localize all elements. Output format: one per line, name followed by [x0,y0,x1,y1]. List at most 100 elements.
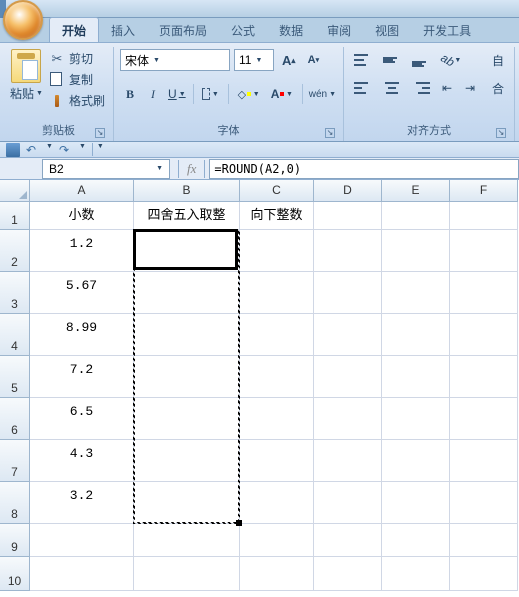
undo-icon[interactable]: ↶ [26,143,40,157]
cell[interactable] [314,440,382,482]
cell[interactable] [382,356,450,398]
font-expand-icon[interactable]: ↘ [325,128,335,138]
paste-button[interactable]: 粘贴▼ [10,85,43,102]
row-header[interactable]: 6 [0,398,30,440]
name-box[interactable]: B2▼ [42,159,170,179]
cell[interactable] [314,524,382,557]
merge-button[interactable]: 合 [488,77,508,99]
cell[interactable]: 小数 [30,202,134,230]
tab-layout[interactable]: 页面布局 [147,18,219,42]
cell[interactable] [134,356,240,398]
increase-font-button[interactable]: A▴ [278,49,299,71]
cell[interactable] [30,557,134,591]
cell[interactable] [314,356,382,398]
row-header[interactable]: 3 [0,272,30,314]
alignment-expand-icon[interactable]: ↘ [496,128,506,138]
cell[interactable] [314,314,382,356]
paste-icon[interactable] [11,49,41,83]
cell[interactable] [134,524,240,557]
tab-insert[interactable]: 插入 [99,18,147,42]
tab-review[interactable]: 审阅 [315,18,363,42]
phonetic-button[interactable]: wén▼ [308,83,337,105]
column-header[interactable]: B [134,180,240,202]
cell[interactable] [450,482,518,524]
cell[interactable] [314,482,382,524]
cell[interactable] [314,398,382,440]
cell[interactable] [450,230,518,272]
redo-icon[interactable]: ↷ [59,143,73,157]
cell[interactable] [450,314,518,356]
tab-data[interactable]: 数据 [267,18,315,42]
cell[interactable] [314,202,382,230]
copy-button[interactable]: 复制 [47,70,107,89]
border-button[interactable]: ▼ [198,83,222,105]
font-name-combo[interactable]: 宋体▼ [120,49,230,71]
cell[interactable] [240,524,314,557]
bold-button[interactable]: B [120,83,140,105]
undo-dropdown[interactable]: ▼ [46,143,53,156]
cell[interactable] [382,230,450,272]
row-header[interactable]: 1 [0,202,30,230]
tab-home[interactable]: 开始 [49,17,99,42]
tab-developer[interactable]: 开发工具 [411,18,483,42]
format-painter-button[interactable]: 格式刷 [47,91,107,110]
tab-formulas[interactable]: 公式 [219,18,267,42]
cell[interactable] [450,440,518,482]
fx-button[interactable]: fx [183,161,200,177]
row-header[interactable]: 10 [0,557,30,591]
row-header[interactable]: 7 [0,440,30,482]
cell[interactable] [240,230,314,272]
align-middle-button[interactable] [379,49,405,71]
cell[interactable] [134,482,240,524]
wrap-text-button[interactable]: 自 [488,49,508,71]
cell[interactable] [382,440,450,482]
cell[interactable] [134,398,240,440]
font-size-combo[interactable]: 11▼ [234,49,274,71]
cell[interactable] [382,202,450,230]
column-header[interactable]: A [30,180,134,202]
row-header[interactable]: 4 [0,314,30,356]
column-header[interactable]: D [314,180,382,202]
cell[interactable]: 5.67 [30,272,134,314]
cell[interactable] [314,230,382,272]
qat-customize-dropdown[interactable]: ▼ [92,143,104,156]
cut-button[interactable]: 剪切 [47,49,107,68]
cell[interactable] [134,557,240,591]
cell[interactable] [134,314,240,356]
cell[interactable] [314,272,382,314]
row-header[interactable]: 5 [0,356,30,398]
redo-dropdown[interactable]: ▼ [79,143,86,156]
cell[interactable] [382,398,450,440]
select-all-corner[interactable] [0,180,30,202]
cell[interactable] [450,557,518,591]
font-color-button[interactable]: A▼ [267,83,297,105]
cell[interactable] [134,272,240,314]
decrease-font-button[interactable]: A▾ [303,49,323,71]
align-center-button[interactable] [379,77,405,99]
column-header[interactable]: C [240,180,314,202]
cell[interactable]: 向下整数 [240,202,314,230]
cell[interactable] [382,272,450,314]
cell[interactable] [450,356,518,398]
save-icon[interactable] [6,143,20,157]
fill-color-button[interactable]: ◇▼ [234,83,264,105]
cell[interactable] [450,202,518,230]
clipboard-expand-icon[interactable]: ↘ [95,128,105,138]
formula-input[interactable] [209,159,519,179]
underline-button[interactable]: U▼ [166,83,188,105]
cell[interactable] [382,314,450,356]
cell[interactable] [240,314,314,356]
cell[interactable] [30,524,134,557]
office-button[interactable] [3,0,43,40]
cell[interactable]: 4.3 [30,440,134,482]
column-header[interactable]: F [450,180,518,202]
cell[interactable] [240,482,314,524]
align-top-button[interactable] [350,49,376,71]
cell[interactable] [382,557,450,591]
cell[interactable] [240,557,314,591]
cell[interactable] [382,482,450,524]
cell[interactable] [240,356,314,398]
cell[interactable] [450,398,518,440]
cell[interactable]: 1.2 [30,230,134,272]
cell[interactable] [240,398,314,440]
